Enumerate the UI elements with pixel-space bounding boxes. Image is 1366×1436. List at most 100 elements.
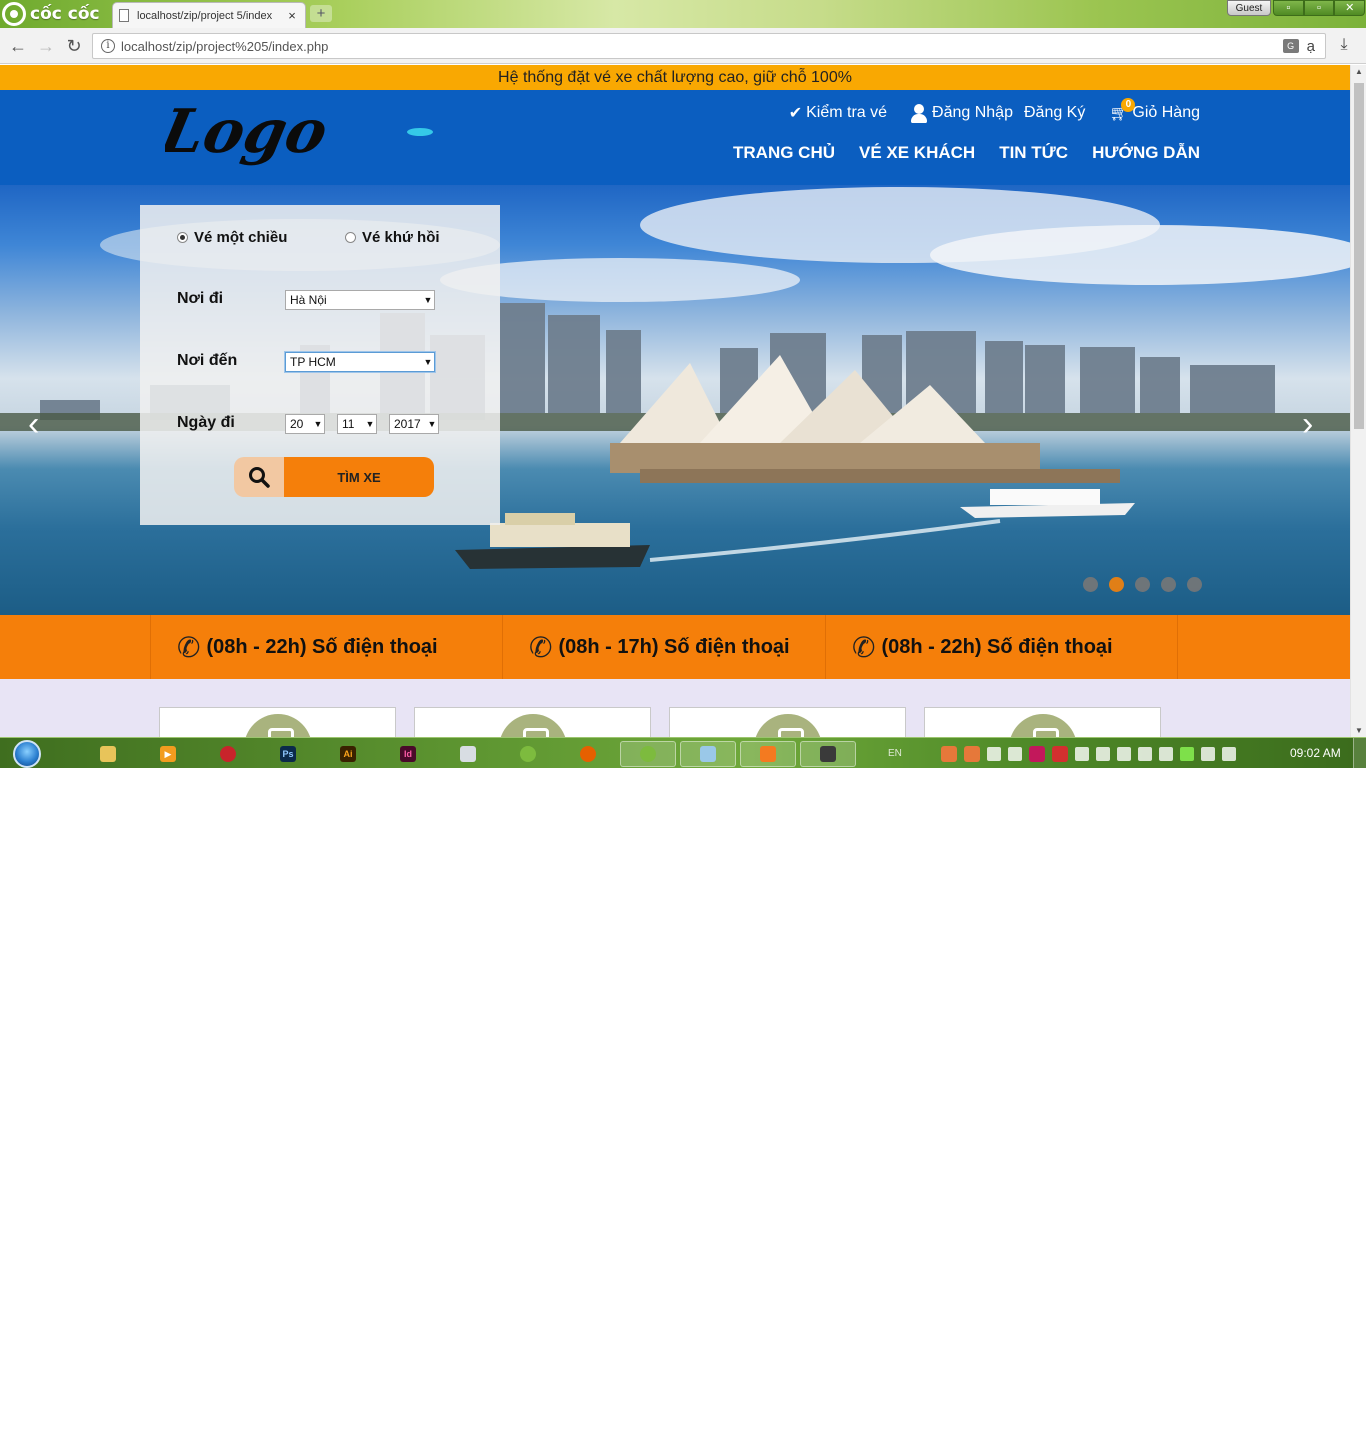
feature-card[interactable] <box>414 707 651 737</box>
round-trip-radio[interactable] <box>345 232 356 243</box>
taskbar-illustrator[interactable]: Ai <box>320 741 376 767</box>
shield-icon[interactable] <box>1051 745 1068 762</box>
to-select[interactable]: TP HCM ▼ <box>285 352 435 372</box>
page-scrollbar[interactable]: ▲ ▼ <box>1350 65 1366 737</box>
logo-text: Logo <box>165 100 334 167</box>
slider-dot-active[interactable] <box>1109 577 1124 592</box>
taskbar-coccoc-open[interactable] <box>620 741 676 767</box>
register-link[interactable]: Đăng Ký <box>1024 104 1085 122</box>
date-label: Ngày đi <box>177 414 235 431</box>
cart-link[interactable]: 🛒︎ 0 Giỏ Hàng <box>1109 98 1200 122</box>
phone-item: ✆ (08h - 22h) Số điện thoại <box>150 615 502 679</box>
maximize-button[interactable]: ▫ <box>1303 0 1335 16</box>
minimize-button[interactable]: ▫ <box>1273 0 1304 16</box>
windows-taskbar: ▶ Ps Ai Id EN 09:02 AM <box>0 737 1366 768</box>
taskbar-indesign[interactable]: Id <box>380 741 436 767</box>
translate-icon[interactable]: G <box>1282 39 1299 53</box>
phone-item: ✆ (08h - 17h) Số điện thoại <box>502 615 825 679</box>
download-icon[interactable]: ⤓ <box>1334 36 1354 56</box>
from-select[interactable]: Hà Nội ▼ <box>285 290 435 310</box>
browser-logo[interactable]: cốc cốc <box>2 1 100 27</box>
chevron-down-icon: ▼ <box>313 419 323 429</box>
trip-one-way-option[interactable]: Vé một chiều <box>177 229 287 246</box>
forward-arrow-icon[interactable]: → <box>36 36 56 56</box>
xampp-tray-icon[interactable] <box>963 745 980 762</box>
taskbar-explorer[interactable] <box>80 741 136 767</box>
taskbar-media-player[interactable]: ▶ <box>140 741 196 767</box>
slider-dot[interactable] <box>1161 577 1176 592</box>
close-window-button[interactable]: ✕ <box>1334 0 1366 16</box>
network-icon <box>700 746 716 762</box>
taskbar-clock[interactable]: 09:02 AM <box>1290 738 1341 768</box>
xampp-icon <box>760 746 776 762</box>
tab-close-button[interactable]: × <box>285 8 299 23</box>
booking-form: Vé một chiều Vé khứ hồi Nơi đi Hà Nội ▼ … <box>140 205 500 525</box>
feature-card[interactable] <box>669 707 906 737</box>
year-select[interactable]: 2017 ▼ <box>389 414 439 434</box>
feature-card[interactable] <box>159 707 396 737</box>
opera-icon <box>220 746 236 762</box>
taskbar-firefox[interactable] <box>560 741 616 767</box>
browser-toolbar: ← → ↻ i localhost/zip/project%205/index.… <box>0 28 1366 64</box>
url-text[interactable]: localhost/zip/project%205/index.php <box>121 39 1283 54</box>
volume-icon[interactable] <box>1221 746 1236 761</box>
phone-bar: ✆ (08h - 22h) Số điện thoại ✆ (08h - 17h… <box>0 615 1350 679</box>
slider-dot[interactable] <box>1135 577 1150 592</box>
phone-text: (08h - 22h) Số điện thoại <box>881 635 1113 658</box>
taskbar-xampp[interactable] <box>740 741 796 767</box>
slider-dot[interactable] <box>1187 577 1202 592</box>
location-icon <box>754 714 822 737</box>
slider-dot[interactable] <box>1083 577 1098 592</box>
slider-next-arrow[interactable]: › <box>1302 407 1313 441</box>
tray-icon[interactable] <box>1095 746 1110 761</box>
windows-start-button[interactable] <box>10 738 44 768</box>
back-arrow-icon[interactable]: ← <box>8 36 28 56</box>
tray-icon[interactable] <box>1116 746 1131 761</box>
browser-brand-text: cốc cốc <box>30 4 100 24</box>
phone-text: (08h - 17h) Số điện thoại <box>558 635 790 658</box>
clock-icon <box>499 714 567 737</box>
feature-card[interactable] <box>924 707 1161 737</box>
month-select[interactable]: 11 ▼ <box>337 414 377 434</box>
check-ticket-link[interactable]: ✔ Kiểm tra vé <box>789 103 887 123</box>
trip-round-option[interactable]: Vé khứ hồi <box>345 229 440 246</box>
taskbar-window[interactable] <box>680 741 736 767</box>
search-button-label: TÌM XE <box>284 457 434 497</box>
search-bus-button[interactable]: TÌM XE <box>234 457 434 497</box>
taskbar-opera[interactable] <box>200 741 256 767</box>
wifi-icon[interactable] <box>1179 746 1194 761</box>
scroll-up-icon[interactable]: ▲ <box>1351 67 1366 76</box>
nav-guide[interactable]: HƯỚNG DẪN <box>1092 143 1200 163</box>
login-link[interactable]: Đăng Nhập <box>932 104 1013 122</box>
tray-icon[interactable] <box>986 746 1001 761</box>
language-indicator[interactable]: EN <box>888 748 902 759</box>
browser-tab[interactable]: localhost/zip/project 5/index × <box>112 2 306 28</box>
one-way-radio[interactable] <box>177 232 188 243</box>
scroll-thumb[interactable] <box>1354 83 1364 429</box>
dropbox-icon[interactable] <box>1007 746 1022 761</box>
info-icon[interactable]: i <box>101 39 115 53</box>
day-select[interactable]: 20 ▼ <box>285 414 325 434</box>
new-tab-button[interactable]: + <box>310 5 332 22</box>
translate-glyph-icon[interactable]: ạ <box>1307 38 1315 55</box>
profile-button[interactable]: Guest <box>1227 0 1271 16</box>
taskbar-coccoc[interactable] <box>500 741 556 767</box>
xampp-tray-icon[interactable] <box>940 745 957 762</box>
address-bar[interactable]: i localhost/zip/project%205/index.php G … <box>92 33 1326 59</box>
show-desktop-button[interactable] <box>1353 738 1366 768</box>
site-logo[interactable]: Logo <box>153 97 435 172</box>
flag-icon[interactable] <box>1200 746 1215 761</box>
taskbar-paint[interactable] <box>440 741 496 767</box>
nav-home[interactable]: TRANG CHỦ <box>733 143 835 163</box>
tray-icon[interactable] <box>1074 746 1089 761</box>
battery-icon[interactable] <box>1158 746 1173 761</box>
nav-bus-tickets[interactable]: VÉ XE KHÁCH <box>859 143 975 163</box>
scroll-down-icon[interactable]: ▼ <box>1351 726 1366 735</box>
tray-icon[interactable] <box>1028 745 1045 762</box>
reload-icon[interactable]: ↻ <box>64 36 84 56</box>
taskbar-editor[interactable] <box>800 741 856 767</box>
nav-news[interactable]: TIN TỨC <box>999 143 1068 163</box>
taskbar-photoshop[interactable]: Ps <box>260 741 316 767</box>
slider-prev-arrow[interactable]: ‹ <box>28 407 39 441</box>
signal-icon[interactable] <box>1137 746 1152 761</box>
